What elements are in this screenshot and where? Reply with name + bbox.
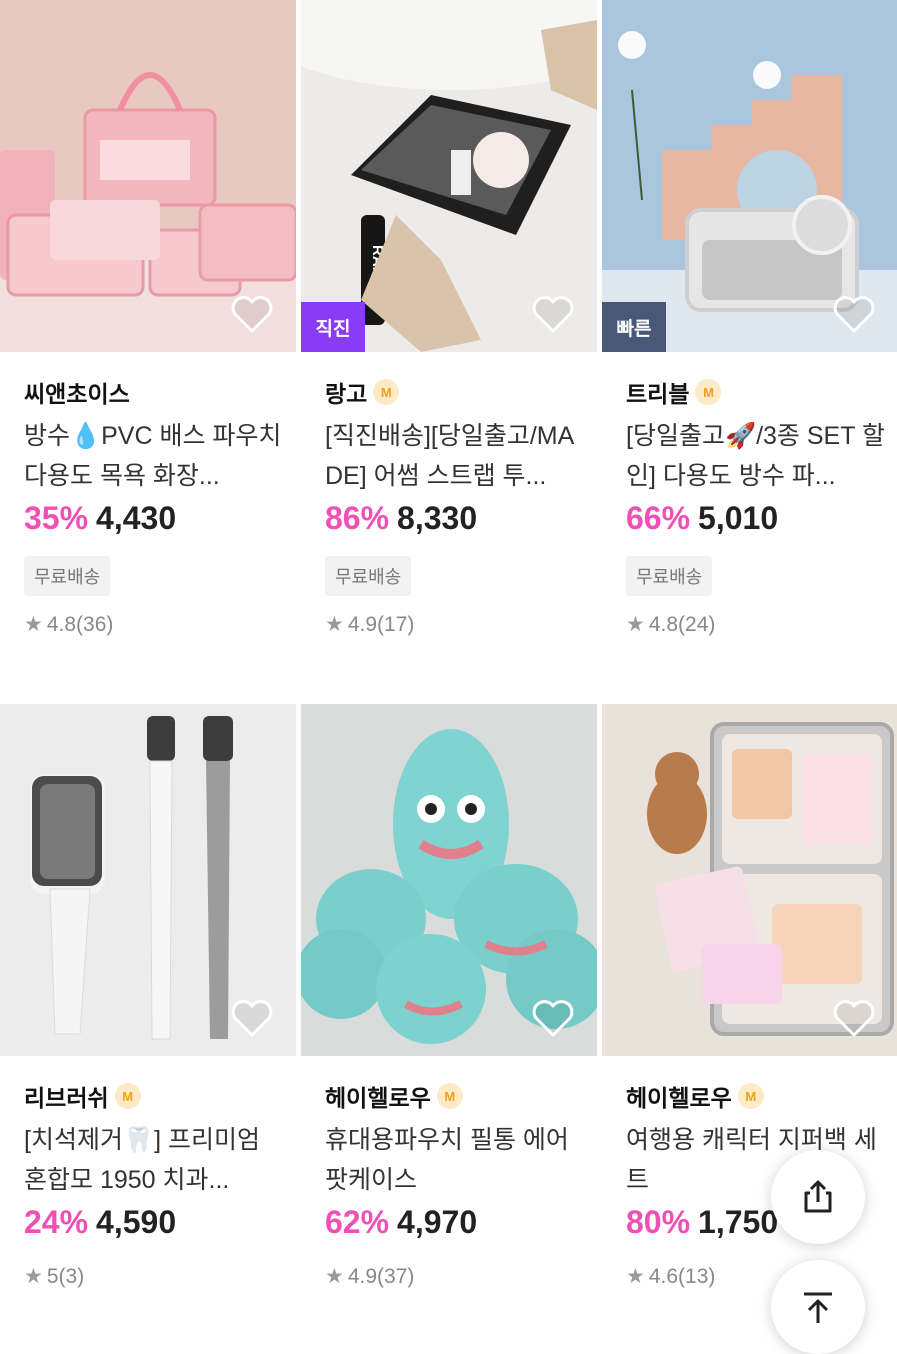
rating: ★ 4.9 (37): [325, 1264, 597, 1289]
product-image[interactable]: [0, 704, 296, 1056]
free-shipping-badge: 무료배송: [325, 556, 412, 596]
price-line: 62% 4,970: [325, 1204, 597, 1248]
product-title[interactable]: 방수💧PVC 배스 파우치 다용도 목욕 화장...: [24, 416, 286, 496]
discount-rate: 62%: [325, 1204, 390, 1240]
product-image[interactable]: RANGO 직진: [301, 0, 597, 352]
product-image[interactable]: [0, 0, 296, 352]
price: 4,970: [397, 1204, 478, 1240]
price-line: 24% 4,590: [24, 1204, 296, 1248]
rating: ★ 4.8 (24): [626, 612, 897, 637]
rating-value: 5: [46, 1264, 59, 1288]
product-card[interactable]: 헤이헬로우 M 휴대용파우치 필통 에어팟케이스 62% 4,970 ★ 4.9…: [301, 704, 597, 1289]
heart-icon[interactable]: [230, 998, 274, 1038]
discount-rate: 86%: [325, 500, 390, 536]
price-line: 66% 5,010: [626, 500, 897, 544]
rating-value: 4.8: [46, 612, 77, 636]
seller-name[interactable]: 씨앤초이스: [24, 374, 296, 410]
rating-value: 4.9: [347, 612, 378, 636]
product-card[interactable]: 빠른 트리블 M [당일출고🚀/3종 SET 할인] 다용도 방수 파... 6…: [602, 0, 897, 637]
seller-name[interactable]: 헤이헬로우 M: [626, 1078, 897, 1114]
rating: ★ 5 (3): [24, 1264, 296, 1289]
heart-icon[interactable]: [531, 294, 575, 334]
product-title[interactable]: 휴대용파우치 필통 에어팟케이스: [325, 1120, 587, 1200]
free-shipping-badge: 무료배송: [626, 556, 713, 596]
rating-value: 4.8: [648, 612, 679, 636]
direct-delivery-badge: 직진: [301, 302, 365, 352]
review-count: (24): [678, 612, 716, 636]
fast-delivery-badge: 빠른: [602, 302, 666, 352]
product-card[interactable]: 리브러쉬 M [치석제거🦷] 프리미엄 혼합모 1950 치과... 24% 4…: [0, 704, 296, 1289]
star-icon: ★: [626, 1265, 645, 1288]
discount-rate: 66%: [626, 500, 691, 536]
product-card[interactable]: 씨앤초이스 방수💧PVC 배스 파우치 다용도 목욕 화장... 35% 4,4…: [0, 0, 296, 637]
seller-label: 헤이헬로우: [626, 1085, 732, 1111]
rating-value: 4.9: [347, 1264, 378, 1288]
scroll-top-icon: [804, 1292, 832, 1323]
discount-rate: 24%: [24, 1204, 89, 1240]
scroll-top-button[interactable]: [771, 1260, 865, 1354]
price: 1,750: [698, 1204, 779, 1240]
mall-badge: M: [737, 1083, 764, 1109]
star-icon: ★: [24, 1265, 43, 1288]
rating: ★ 4.9 (17): [325, 612, 597, 637]
product-card[interactable]: RANGO 직진 랑고 M [직진배송][당일출고/MADE] 어썸 스트랩 투…: [301, 0, 597, 637]
star-icon: ★: [325, 613, 344, 636]
review-count: (3): [58, 1264, 85, 1288]
seller-label: 랑고: [325, 381, 368, 407]
review-count: (36): [76, 612, 114, 636]
free-shipping-badge: 무료배송: [24, 556, 111, 596]
product-image[interactable]: [602, 704, 897, 1056]
review-count: (13): [678, 1264, 716, 1288]
discount-rate: 80%: [626, 1204, 691, 1240]
heart-icon[interactable]: [832, 294, 876, 334]
product-title[interactable]: [당일출고🚀/3종 SET 할인] 다용도 방수 파...: [626, 416, 888, 496]
price: 4,430: [96, 500, 177, 536]
seller-name[interactable]: 랑고 M: [325, 374, 597, 410]
share-button[interactable]: [771, 1150, 865, 1244]
heart-icon[interactable]: [531, 998, 575, 1038]
seller-label: 리브러쉬: [24, 1085, 109, 1111]
mall-badge: M: [114, 1083, 141, 1109]
price: 5,010: [698, 500, 779, 536]
review-count: (17): [377, 612, 415, 636]
price: 4,590: [96, 1204, 177, 1240]
seller-label: 헤이헬로우: [325, 1085, 431, 1111]
star-icon: ★: [626, 613, 645, 636]
mall-badge: M: [373, 379, 400, 405]
star-icon: ★: [325, 1265, 344, 1288]
product-image[interactable]: 빠른: [602, 0, 897, 352]
product-image[interactable]: [301, 704, 597, 1056]
review-count: (37): [377, 1264, 415, 1288]
seller-label: 씨앤초이스: [24, 381, 130, 407]
star-icon: ★: [24, 613, 43, 636]
product-title[interactable]: [직진배송][당일출고/MADE] 어썸 스트랩 투...: [325, 416, 587, 496]
price-line: 86% 8,330: [325, 500, 597, 544]
mall-badge: M: [436, 1083, 463, 1109]
seller-name[interactable]: 헤이헬로우 M: [325, 1078, 597, 1114]
mall-badge: M: [695, 379, 722, 405]
seller-name[interactable]: 트리블 M: [626, 374, 897, 410]
price-line: 35% 4,430: [24, 500, 296, 544]
heart-icon[interactable]: [230, 294, 274, 334]
seller-label: 트리블: [626, 381, 690, 407]
heart-icon[interactable]: [832, 998, 876, 1038]
share-icon: [804, 1180, 832, 1213]
discount-rate: 35%: [24, 500, 89, 536]
product-title[interactable]: [치석제거🦷] 프리미엄 혼합모 1950 치과...: [24, 1120, 286, 1200]
rating: ★ 4.8 (36): [24, 612, 296, 637]
rating-value: 4.6: [648, 1264, 679, 1288]
seller-name[interactable]: 리브러쉬 M: [24, 1078, 296, 1114]
price: 8,330: [397, 500, 478, 536]
